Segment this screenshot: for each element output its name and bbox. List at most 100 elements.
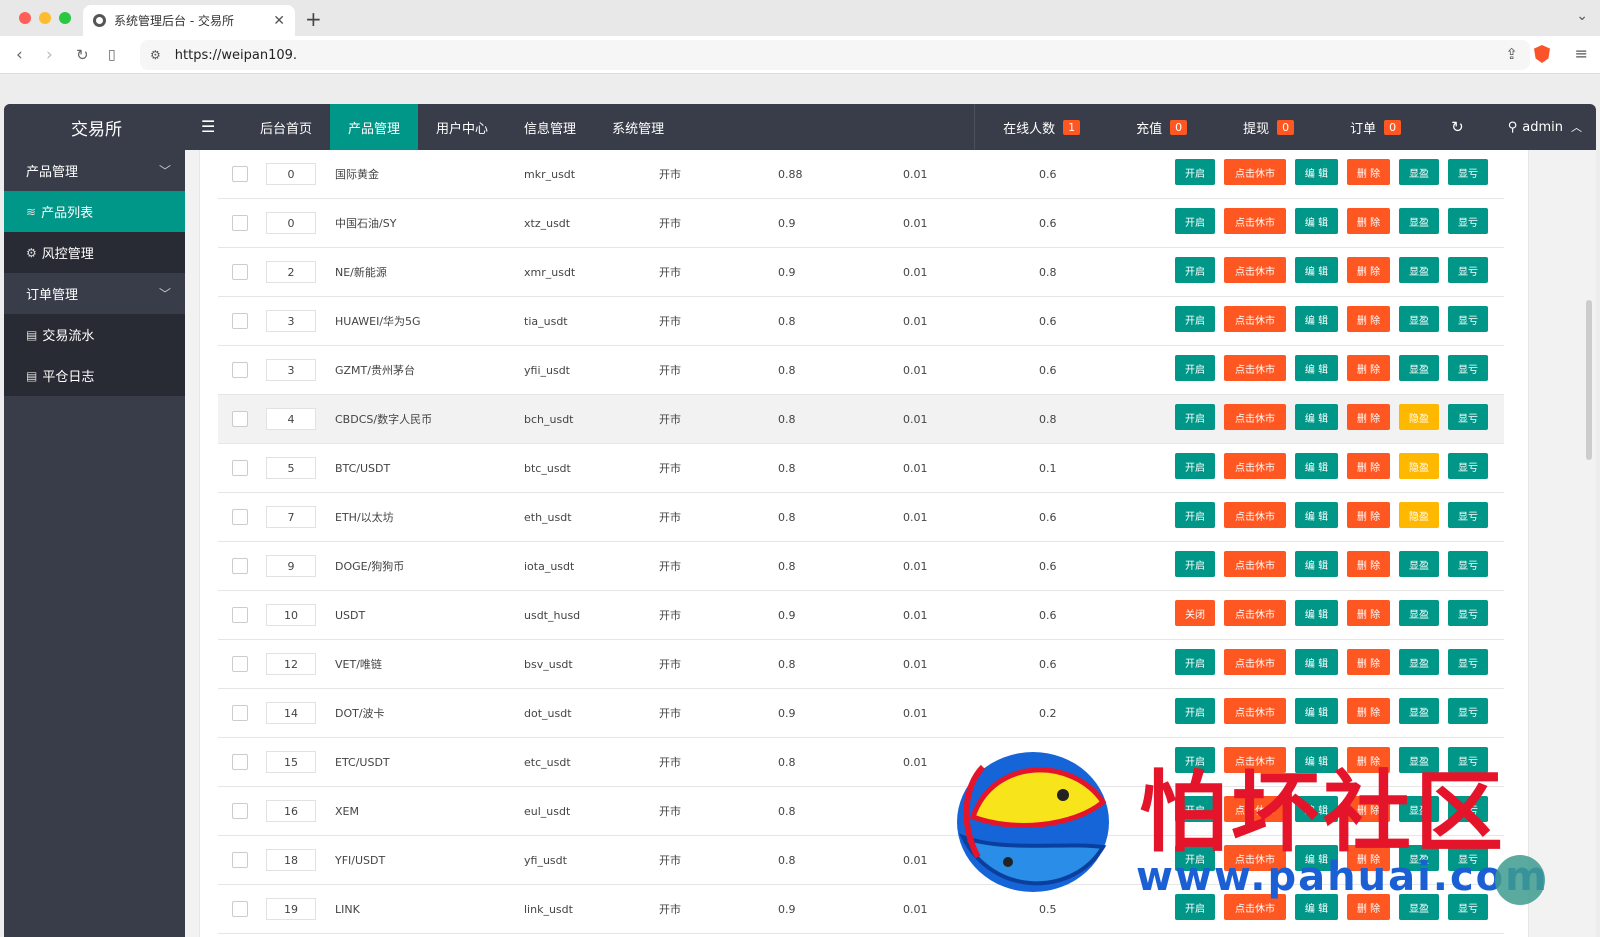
show-loss-button[interactable]: 显亏 xyxy=(1448,649,1488,675)
toggle-open-button[interactable]: 关闭 xyxy=(1175,600,1215,626)
toggle-open-button[interactable]: 开启 xyxy=(1175,747,1215,773)
edit-button[interactable]: 编 辑 xyxy=(1295,502,1338,528)
address-bar[interactable]: ⚙ https://weipan109. xyxy=(140,40,1530,70)
profit-visibility-button[interactable]: 显盈 xyxy=(1399,159,1439,185)
edit-button[interactable]: 编 辑 xyxy=(1295,796,1338,822)
hamburger-menu-icon[interactable]: ≡ xyxy=(1575,44,1588,63)
delete-button[interactable]: 删 除 xyxy=(1347,698,1390,724)
sort-input[interactable]: 3 xyxy=(266,310,316,332)
rest-market-button[interactable]: 点击休市 xyxy=(1224,796,1286,822)
rest-market-button[interactable]: 点击休市 xyxy=(1224,894,1286,920)
row-checkbox[interactable] xyxy=(232,705,248,721)
edit-button[interactable]: 编 辑 xyxy=(1295,159,1338,185)
delete-button[interactable]: 删 除 xyxy=(1347,796,1390,822)
recharge-count[interactable]: 充值 0 xyxy=(1108,104,1215,150)
sort-input[interactable]: 0 xyxy=(266,212,316,234)
delete-button[interactable]: 删 除 xyxy=(1347,453,1390,479)
user-menu[interactable]: ⚲ admin ︿ xyxy=(1486,119,1596,135)
show-loss-button[interactable]: 显亏 xyxy=(1448,894,1488,920)
delete-button[interactable]: 删 除 xyxy=(1347,600,1390,626)
delete-button[interactable]: 删 除 xyxy=(1347,649,1390,675)
show-loss-button[interactable]: 显亏 xyxy=(1448,306,1488,332)
edit-button[interactable]: 编 辑 xyxy=(1295,208,1338,234)
sort-input[interactable]: 9 xyxy=(266,555,316,577)
edit-button[interactable]: 编 辑 xyxy=(1295,404,1338,430)
show-loss-button[interactable]: 显亏 xyxy=(1448,698,1488,724)
sort-input[interactable]: 15 xyxy=(266,751,316,773)
toggle-open-button[interactable]: 开启 xyxy=(1175,551,1215,577)
forward-icon[interactable]: › xyxy=(46,45,53,65)
row-checkbox[interactable] xyxy=(232,313,248,329)
sidebar-group-products[interactable]: 产品管理 ﹀ xyxy=(4,150,185,191)
profit-visibility-button[interactable]: 显盈 xyxy=(1399,257,1439,283)
show-loss-button[interactable]: 显亏 xyxy=(1448,600,1488,626)
order-count[interactable]: 订单 0 xyxy=(1322,104,1429,150)
edit-button[interactable]: 编 辑 xyxy=(1295,600,1338,626)
row-checkbox[interactable] xyxy=(232,215,248,231)
row-checkbox[interactable] xyxy=(232,754,248,770)
row-checkbox[interactable] xyxy=(232,901,248,917)
topnav-products[interactable]: 产品管理 xyxy=(330,104,419,150)
site-settings-icon[interactable]: ⚙ xyxy=(150,48,161,62)
profit-visibility-button[interactable]: 隐盈 xyxy=(1399,453,1439,479)
rest-market-button[interactable]: 点击休市 xyxy=(1224,551,1286,577)
new-tab-icon[interactable]: + xyxy=(305,7,322,31)
show-loss-button[interactable]: 显亏 xyxy=(1448,845,1488,871)
profit-visibility-button[interactable]: 显盈 xyxy=(1399,208,1439,234)
row-checkbox[interactable] xyxy=(232,558,248,574)
sort-input[interactable]: 12 xyxy=(266,653,316,675)
rest-market-button[interactable]: 点击休市 xyxy=(1224,747,1286,773)
delete-button[interactable]: 删 除 xyxy=(1347,502,1390,528)
sidebar-item-risk[interactable]: ⚙ 风控管理 xyxy=(4,232,185,273)
delete-button[interactable]: 删 除 xyxy=(1347,355,1390,381)
sort-input[interactable]: 18 xyxy=(266,849,316,871)
rest-market-button[interactable]: 点击休市 xyxy=(1224,355,1286,381)
delete-button[interactable]: 删 除 xyxy=(1347,159,1390,185)
window-zoom-button[interactable] xyxy=(59,12,71,24)
rest-market-button[interactable]: 点击休市 xyxy=(1224,257,1286,283)
sort-input[interactable]: 5 xyxy=(266,457,316,479)
sidebar-item-product-list[interactable]: ≋ 产品列表 xyxy=(4,191,185,232)
toggle-open-button[interactable]: 开启 xyxy=(1175,453,1215,479)
sort-input[interactable]: 2 xyxy=(266,261,316,283)
brave-shield-icon[interactable] xyxy=(1534,45,1550,63)
topnav-home[interactable]: 后台首页 xyxy=(242,104,330,150)
toggle-open-button[interactable]: 开启 xyxy=(1175,208,1215,234)
sort-input[interactable]: 4 xyxy=(266,408,316,430)
topnav-users[interactable]: 用户中心 xyxy=(418,104,506,150)
show-loss-button[interactable]: 显亏 xyxy=(1448,453,1488,479)
show-loss-button[interactable]: 显亏 xyxy=(1448,159,1488,185)
rest-market-button[interactable]: 点击休市 xyxy=(1224,404,1286,430)
toggle-open-button[interactable]: 开启 xyxy=(1175,257,1215,283)
edit-button[interactable]: 编 辑 xyxy=(1295,551,1338,577)
rest-market-button[interactable]: 点击休市 xyxy=(1224,453,1286,479)
delete-button[interactable]: 删 除 xyxy=(1347,404,1390,430)
topnav-info[interactable]: 信息管理 xyxy=(506,104,594,150)
profit-visibility-button[interactable]: 显盈 xyxy=(1399,894,1439,920)
toggle-open-button[interactable]: 开启 xyxy=(1175,649,1215,675)
row-checkbox[interactable] xyxy=(232,362,248,378)
profit-visibility-button[interactable]: 显盈 xyxy=(1399,796,1439,822)
edit-button[interactable]: 编 辑 xyxy=(1295,257,1338,283)
row-checkbox[interactable] xyxy=(232,411,248,427)
edit-button[interactable]: 编 辑 xyxy=(1295,306,1338,332)
sort-input[interactable]: 10 xyxy=(266,604,316,626)
profit-visibility-button[interactable]: 显盈 xyxy=(1399,698,1439,724)
row-checkbox[interactable] xyxy=(232,509,248,525)
row-checkbox[interactable] xyxy=(232,460,248,476)
profit-visibility-button[interactable]: 显盈 xyxy=(1399,845,1439,871)
sidebar-item-trade-flow[interactable]: ▤ 交易流水 xyxy=(4,314,185,355)
toggle-open-button[interactable]: 开启 xyxy=(1175,306,1215,332)
window-minimize-button[interactable] xyxy=(39,12,51,24)
delete-button[interactable]: 删 除 xyxy=(1347,894,1390,920)
profit-visibility-button[interactable]: 显盈 xyxy=(1399,649,1439,675)
toggle-open-button[interactable]: 开启 xyxy=(1175,404,1215,430)
edit-button[interactable]: 编 辑 xyxy=(1295,845,1338,871)
toggle-open-button[interactable]: 开启 xyxy=(1175,796,1215,822)
topnav-system[interactable]: 系统管理 xyxy=(594,104,682,150)
rest-market-button[interactable]: 点击休市 xyxy=(1224,698,1286,724)
delete-button[interactable]: 删 除 xyxy=(1347,845,1390,871)
profit-visibility-button[interactable]: 隐盈 xyxy=(1399,404,1439,430)
rest-market-button[interactable]: 点击休市 xyxy=(1224,159,1286,185)
rest-market-button[interactable]: 点击休市 xyxy=(1224,845,1286,871)
